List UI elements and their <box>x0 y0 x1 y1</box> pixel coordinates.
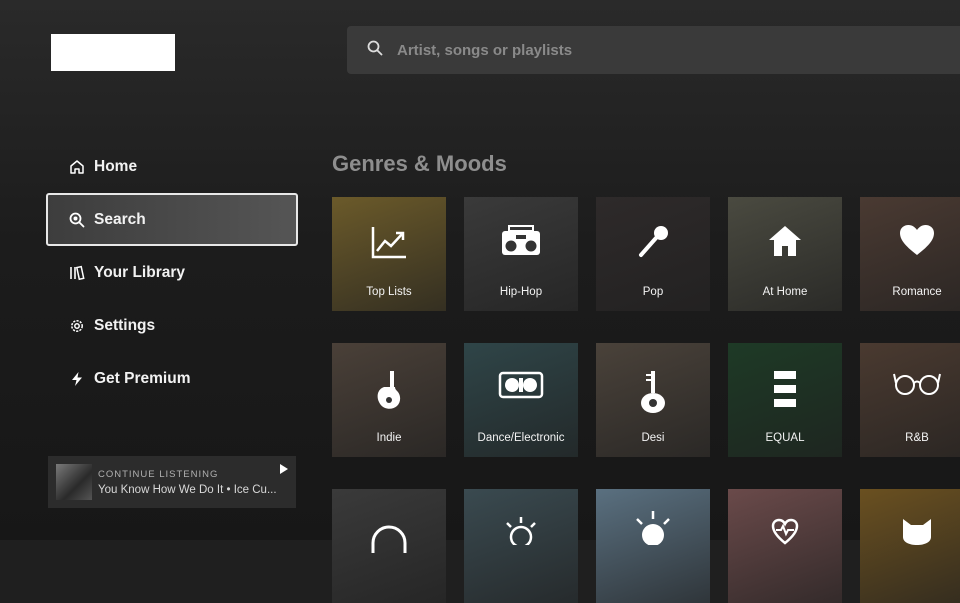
continue-listening[interactable]: CONTINUE LISTENING You Know How We Do It… <box>48 456 296 508</box>
genre-tile-indie[interactable]: Indie <box>332 343 446 457</box>
sidebar-nav: Home Search Your Library Settings Get Pr… <box>46 140 298 405</box>
genre-tile-rnb[interactable]: R&B <box>860 343 960 457</box>
genre-tile[interactable] <box>860 489 960 603</box>
sidebar-item-label: Home <box>94 157 138 175</box>
genre-label: Hip-Hop <box>499 286 543 298</box>
sidebar-item-label: Search <box>94 210 146 228</box>
genre-tile-top-lists[interactable]: Top Lists <box>332 197 446 311</box>
genre-tile-romance[interactable]: Romance <box>860 197 960 311</box>
genre-tile[interactable] <box>332 489 446 603</box>
chart-up-icon <box>332 223 446 263</box>
genre-tile[interactable] <box>596 489 710 603</box>
genre-tile-hip-hop[interactable]: Hip-Hop <box>464 197 578 311</box>
continue-label: CONTINUE LISTENING <box>98 468 219 480</box>
genre-label: Top Lists <box>366 286 412 298</box>
genre-label: R&B <box>905 432 929 444</box>
equal-bars-icon <box>728 369 842 409</box>
house-icon <box>728 223 842 263</box>
genre-label: Desi <box>641 432 665 444</box>
section-title: Genres & Moods <box>332 151 507 176</box>
boombox-icon <box>464 223 578 263</box>
play-icon[interactable] <box>280 464 288 474</box>
lightning-icon <box>68 370 86 388</box>
genre-label: At Home <box>762 286 808 298</box>
search-icon <box>68 211 86 229</box>
track-title: You Know How We Do It • Ice Cu... <box>98 483 277 496</box>
sidebar-item-label: Settings <box>94 316 156 334</box>
search-bar[interactable] <box>347 26 960 74</box>
genre-tile-pop[interactable]: Pop <box>596 197 710 311</box>
genre-label: Dance/Electronic <box>477 432 565 444</box>
genre-label: EQUAL <box>765 432 805 444</box>
genre-tile[interactable] <box>464 489 578 603</box>
heart-hands-icon <box>728 515 842 555</box>
genre-label: Indie <box>376 432 402 444</box>
sun-icon <box>596 509 710 549</box>
glasses-icon <box>860 369 960 409</box>
turntable-icon <box>464 369 578 409</box>
sidebar-item-settings[interactable]: Settings <box>46 299 298 352</box>
genre-tile-desi[interactable]: Desi <box>596 343 710 457</box>
sidebar-item-premium[interactable]: Get Premium <box>46 352 298 405</box>
genre-label: Romance <box>892 286 942 298</box>
sidebar-item-home[interactable]: Home <box>46 140 298 193</box>
microphone-icon <box>596 223 710 263</box>
search-icon <box>367 40 383 61</box>
genre-tile-dance-electronic[interactable]: Dance/Electronic <box>464 343 578 457</box>
guitar-icon <box>332 369 446 409</box>
sidebar-item-library[interactable]: Your Library <box>46 246 298 299</box>
sidebar-item-label: Get Premium <box>94 369 191 387</box>
sun-cloud-icon <box>464 515 578 555</box>
sitar-icon <box>596 369 710 413</box>
cat-icon <box>860 515 960 555</box>
app-logo <box>51 34 175 71</box>
sidebar-item-search[interactable]: Search <box>46 193 298 246</box>
sidebar-item-label: Your Library <box>94 263 186 281</box>
library-icon <box>68 264 86 282</box>
album-art <box>56 464 92 500</box>
home-icon <box>68 158 86 176</box>
genre-tile-equal[interactable]: EQUAL <box>728 343 842 457</box>
gear-icon <box>68 317 86 335</box>
genre-label: Pop <box>642 286 664 298</box>
heart-icon <box>860 223 960 263</box>
search-input[interactable] <box>395 40 899 60</box>
genre-tile[interactable] <box>728 489 842 603</box>
genre-tile-at-home[interactable]: At Home <box>728 197 842 311</box>
headphones-icon <box>332 525 446 565</box>
